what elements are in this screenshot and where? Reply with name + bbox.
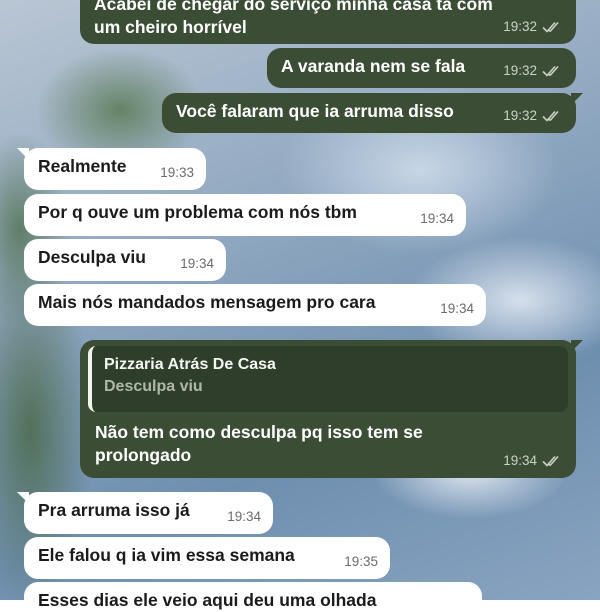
message-bubble-incoming[interactable]: Por q ouve um problema com nós tbm 19:34 [24, 194, 466, 236]
bubble-tail [17, 148, 29, 160]
message-meta: 19:34 [420, 207, 454, 230]
message-bubble-outgoing[interactable]: Acabei de chegar do serviço minha casa t… [80, 0, 576, 44]
message-time: 19:34 [503, 453, 537, 468]
message-time: 19:32 [503, 63, 537, 78]
bubble-tail [17, 492, 29, 504]
message-bubble-outgoing[interactable]: A varanda nem se fala 19:32 [267, 48, 576, 88]
message-time: 19:33 [160, 165, 194, 180]
double-check-icon [542, 20, 564, 34]
message-bubble-incoming[interactable]: Pra arruma isso já 19:34 [17, 492, 273, 534]
message-meta: 19:34 [440, 297, 474, 320]
message-meta: 19:35 [344, 550, 378, 573]
message-text: Acabei de chegar do serviço minha casa t… [94, 0, 493, 37]
message-text: Por q ouve um problema com nós tbm [38, 202, 357, 222]
message-time: 19:34 [440, 301, 474, 316]
message-time: 19:32 [503, 19, 537, 34]
message-bubble-outgoing[interactable]: Você falaram que ia arruma disso 19:32 [162, 93, 583, 133]
double-check-icon [542, 454, 564, 468]
message-text: Mais nós mandados mensagem pro cara [38, 292, 376, 312]
double-check-icon [542, 109, 564, 123]
quoted-sender-name: Pizzaria Atrás De Casa [104, 356, 276, 373]
message-time: 19:35 [344, 554, 378, 569]
quoted-message[interactable]: Pizzaria Atrás De Casa Desculpa viu [88, 346, 568, 412]
message-meta: 19:32 [503, 59, 564, 82]
message-text: Ele falou q ia vim essa semana [38, 545, 295, 565]
message-meta: 19:34 [180, 252, 214, 275]
quoted-text: Desculpa viu [104, 378, 203, 395]
message-bubble-incoming[interactable]: Esses dias ele veio aqui deu uma olhada [24, 582, 482, 610]
message-meta: 19:32 [503, 15, 564, 38]
message-meta: 19:34 [227, 505, 261, 528]
message-bubble-incoming[interactable]: Ele falou q ia vim essa semana 19:35 [24, 537, 390, 579]
message-meta: 19:34 [503, 449, 564, 472]
message-meta: 19:32 [503, 104, 564, 127]
message-meta: 19:33 [160, 161, 194, 184]
message-time: 19:32 [503, 108, 537, 123]
message-text: Não tem como desculpa pq isso tem se pro… [95, 422, 423, 465]
message-bubble-incoming[interactable]: Realmente 19:33 [17, 148, 206, 190]
message-time: 19:34 [227, 509, 261, 524]
message-bubble-incoming[interactable]: Desculpa viu 19:34 [24, 239, 226, 281]
message-time: 19:34 [420, 211, 454, 226]
message-bubble-outgoing-reply[interactable]: Pizzaria Atrás De Casa Desculpa viu Não … [80, 340, 583, 478]
message-text: Esses dias ele veio aqui deu uma olhada [38, 590, 377, 610]
bubble-tail [571, 340, 583, 352]
message-text: Pra arruma isso já [38, 500, 190, 520]
message-bubble-incoming[interactable]: Mais nós mandados mensagem pro cara 19:3… [24, 284, 486, 326]
message-time: 19:34 [180, 256, 214, 271]
bubble-tail [571, 93, 583, 105]
double-check-icon [542, 64, 564, 78]
